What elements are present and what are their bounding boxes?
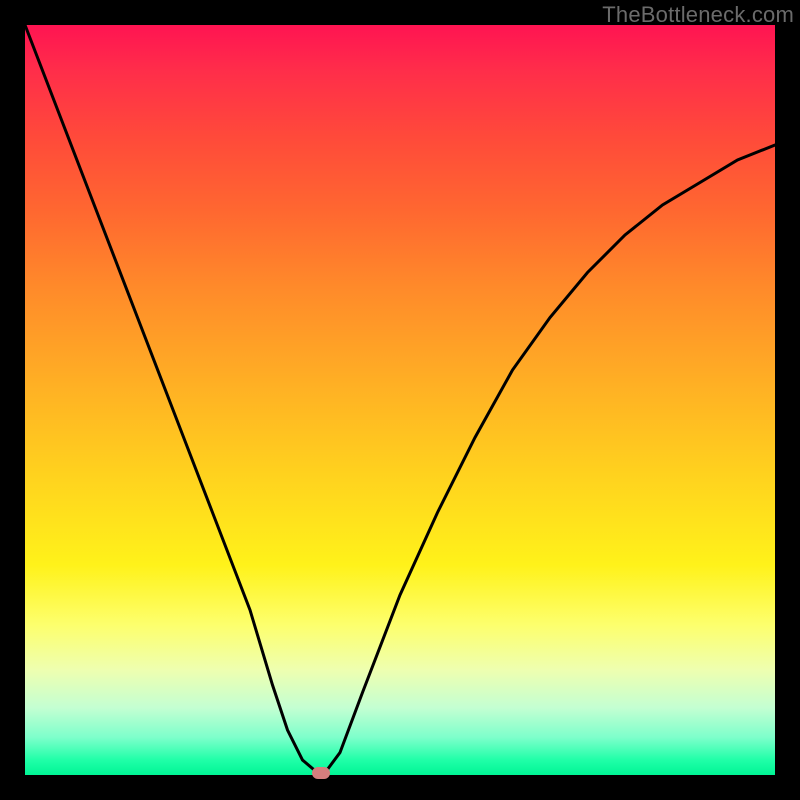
bottleneck-curve xyxy=(25,25,775,773)
curve-svg xyxy=(25,25,775,775)
optimum-marker xyxy=(312,767,330,779)
plot-area xyxy=(25,25,775,775)
chart-frame: TheBottleneck.com xyxy=(0,0,800,800)
